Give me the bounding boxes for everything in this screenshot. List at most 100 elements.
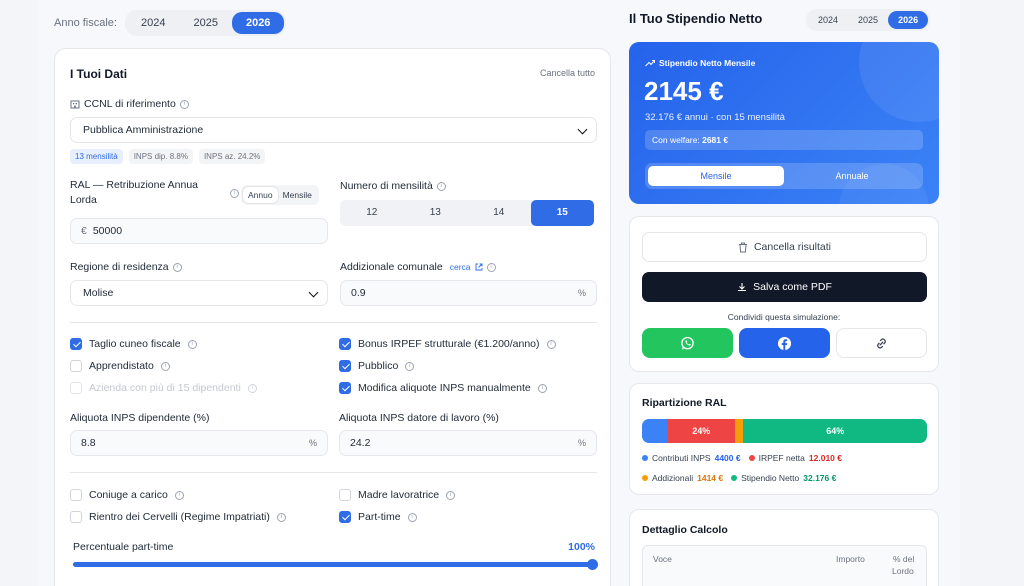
checkbox-label: Azienda con più di 15 dipendenti bbox=[89, 382, 241, 394]
checkbox-taglio-cuneo[interactable]: Taglio cuneo fiscale i bbox=[70, 338, 197, 350]
inps-az-input[interactable]: 24.2 % bbox=[339, 430, 597, 456]
info-icon[interactable]: i bbox=[436, 181, 446, 191]
checkbox-label: Part-time bbox=[358, 511, 401, 523]
legend-dot bbox=[748, 455, 755, 461]
mensilita-label-text: Numero di mensilità bbox=[340, 180, 433, 192]
ccnl-tags: 13 mensilità INPS dip. 8.8% INPS az. 24.… bbox=[70, 149, 266, 164]
cerca-link[interactable]: cerca bbox=[450, 262, 471, 272]
checkbox-pubblico[interactable]: Pubblico i bbox=[339, 360, 415, 372]
part-time-label: Percentuale part-time bbox=[73, 541, 174, 553]
checkbox-rientro-cervelli[interactable]: Rientro dei Cervelli (Regime Impatriati)… bbox=[70, 511, 286, 523]
mensilita-option-14[interactable]: 14 bbox=[467, 200, 531, 226]
bar-segment-inps bbox=[642, 419, 668, 443]
info-icon[interactable]: i bbox=[172, 262, 182, 272]
checkbox-modifica-inps[interactable]: Modifica aliquote INPS manualmente i bbox=[339, 382, 547, 394]
inps-dip-value: 8.8 bbox=[81, 437, 96, 449]
checkbox-label: Madre lavoratrice bbox=[358, 489, 440, 501]
part-time-slider-track[interactable] bbox=[73, 562, 593, 567]
tag-inps-az: INPS az. 24.2% bbox=[198, 149, 266, 164]
result-year-2024[interactable]: 2024 bbox=[808, 11, 848, 29]
period-toggle: Mensile Annuale bbox=[645, 163, 923, 189]
mensilita-option-13[interactable]: 13 bbox=[404, 200, 468, 226]
ccnl-select[interactable]: Pubblica Amministrazione bbox=[70, 117, 597, 143]
checkbox-box[interactable] bbox=[339, 338, 351, 350]
checkbox-label: Apprendistato bbox=[89, 360, 154, 372]
info-icon[interactable]: i bbox=[407, 512, 417, 522]
checkbox-box[interactable] bbox=[339, 360, 351, 372]
legend-row: Addizionali 1414 € Stipendio Netto 32.176 … bbox=[642, 473, 836, 483]
checkbox-box bbox=[70, 382, 82, 394]
info-icon[interactable]: i bbox=[446, 490, 456, 500]
fiscal-year-label: Anno fiscale: bbox=[54, 17, 117, 29]
checkbox-label: Modifica aliquote INPS manualmente bbox=[358, 382, 531, 394]
part-time-value: 100% bbox=[568, 541, 595, 553]
checkbox-label: Rientro dei Cervelli (Regime Impatriati) bbox=[89, 511, 270, 523]
checkbox-part-time[interactable]: Part-time i bbox=[339, 511, 417, 523]
info-icon[interactable]: i bbox=[546, 339, 556, 349]
chevron-down-icon bbox=[308, 287, 319, 298]
checkbox-coniuge[interactable]: Coniuge a carico i bbox=[70, 489, 184, 501]
share-label: Condividi questa simulazione: bbox=[727, 312, 841, 322]
checkbox-box[interactable] bbox=[70, 489, 82, 501]
checkbox-box[interactable] bbox=[339, 489, 351, 501]
net-salary-annual: 32.176 € annui · con 15 mensilità bbox=[645, 112, 785, 123]
legend-netto: Stipendio Netto 32.176 € bbox=[731, 473, 836, 483]
checkbox-box[interactable] bbox=[70, 360, 82, 372]
ral-toggle-mensile[interactable]: Mensile bbox=[278, 187, 317, 203]
dettaglio-table: Voce Importo % del Lordo bbox=[642, 545, 927, 586]
period-toggle-mensile[interactable]: Mensile bbox=[648, 166, 784, 186]
result-year-2026[interactable]: 2026 bbox=[888, 11, 929, 29]
checkbox-box[interactable] bbox=[70, 338, 82, 350]
checkbox-apprendistato[interactable]: Apprendistato i bbox=[70, 360, 170, 372]
external-link-icon[interactable] bbox=[475, 263, 483, 271]
welfare-prefix: Con welfare: bbox=[652, 135, 700, 145]
info-icon[interactable]: i bbox=[179, 99, 189, 109]
addizionale-input-value: 0.9 bbox=[351, 287, 366, 299]
mensilita-option-15[interactable]: 15 bbox=[530, 200, 594, 226]
ral-label-line2: Lorda bbox=[70, 194, 97, 206]
legend-row: Contributi INPS 4400 € IRPEF netta 12.010 … bbox=[642, 453, 842, 463]
save-pdf-button[interactable]: Salva come PDF bbox=[642, 272, 927, 302]
euro-prefix: € bbox=[81, 225, 87, 237]
column-header-lordo: Lordo bbox=[892, 566, 914, 576]
checkbox-box[interactable] bbox=[339, 511, 351, 523]
checkbox-madre-lavoratrice[interactable]: Madre lavoratrice i bbox=[339, 489, 456, 501]
part-time-slider-handle[interactable] bbox=[587, 559, 598, 570]
year-option-2026[interactable]: 2026 bbox=[231, 12, 285, 34]
data-card: I Tuoi Dati Cancella tutto CCNL di rifer… bbox=[54, 48, 611, 586]
clear-results-button[interactable]: Cancella risultati bbox=[642, 232, 927, 262]
share-whatsapp-button[interactable] bbox=[642, 328, 733, 358]
info-icon[interactable]: i bbox=[187, 339, 197, 349]
column-header-importo: Importo bbox=[836, 554, 865, 564]
copy-link-button[interactable] bbox=[836, 328, 927, 358]
checkbox-box[interactable] bbox=[70, 511, 82, 523]
period-toggle-annuale[interactable]: Annuale bbox=[784, 166, 920, 186]
ral-toggle-annuo[interactable]: Annuo bbox=[243, 187, 278, 203]
welfare-box: Con welfare: 2681 € bbox=[645, 130, 923, 150]
actions-card: Cancella risultati Salva come PDF Condiv… bbox=[629, 216, 939, 372]
inps-dip-input[interactable]: 8.8 % bbox=[70, 430, 328, 456]
regione-label-text: Regione di residenza bbox=[70, 261, 169, 273]
ccnl-label-text: CCNL di riferimento bbox=[84, 98, 176, 110]
mensilita-option-12[interactable]: 12 bbox=[340, 200, 404, 226]
info-icon[interactable]: i bbox=[230, 189, 239, 198]
checkbox-bonus-irpef[interactable]: Bonus IRPEF strutturale (€1.200/anno) i bbox=[339, 338, 556, 350]
year-option-2024[interactable]: 2024 bbox=[127, 12, 179, 34]
year-option-2025[interactable]: 2025 bbox=[179, 12, 231, 34]
regione-select[interactable]: Molise bbox=[70, 280, 328, 306]
addizionale-input[interactable]: 0.9 % bbox=[340, 280, 597, 306]
info-icon[interactable]: i bbox=[405, 361, 415, 371]
checkbox-box[interactable] bbox=[339, 382, 351, 394]
info-icon[interactable]: i bbox=[174, 490, 184, 500]
info-icon[interactable]: i bbox=[537, 383, 547, 393]
share-facebook-button[interactable] bbox=[739, 328, 830, 358]
clear-all-button[interactable]: Cancella tutto bbox=[540, 68, 595, 78]
addizionale-label: Addizionale comunale cerca i bbox=[340, 261, 496, 273]
clear-results-label: Cancella risultati bbox=[753, 241, 832, 253]
result-year-2025[interactable]: 2025 bbox=[848, 11, 888, 29]
info-icon[interactable]: i bbox=[276, 512, 286, 522]
ral-input[interactable]: € 50000 bbox=[70, 218, 328, 244]
info-icon[interactable]: i bbox=[160, 361, 170, 371]
info-icon[interactable]: i bbox=[486, 262, 496, 272]
bar-segment-netto: 64% bbox=[743, 419, 927, 443]
